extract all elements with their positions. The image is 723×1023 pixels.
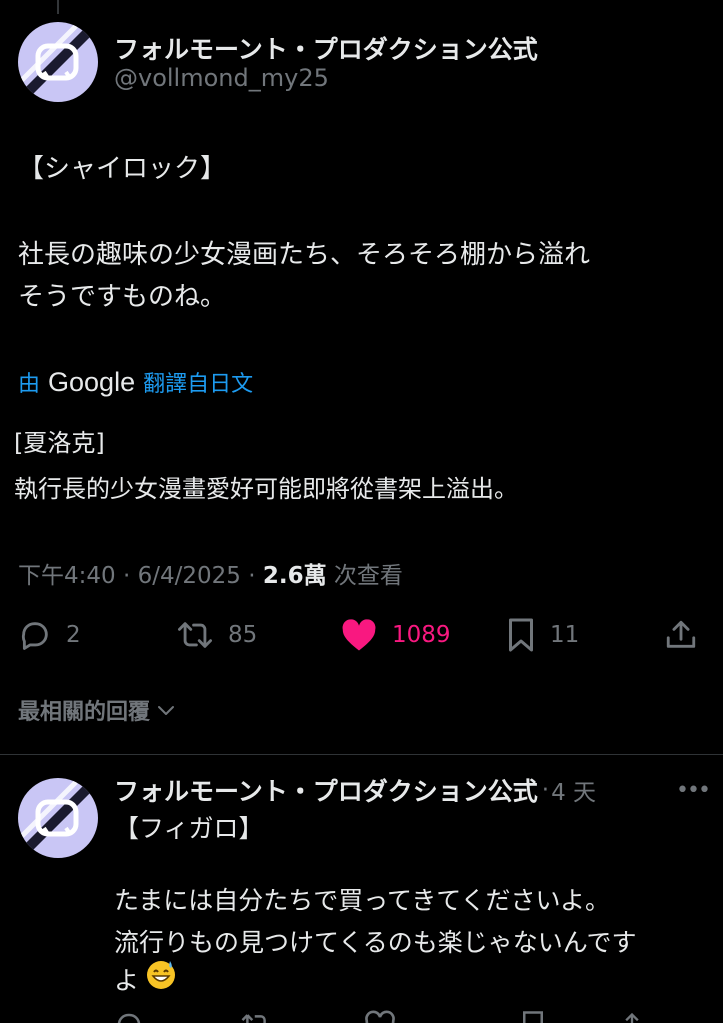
thread-line [57, 0, 59, 14]
author-handle[interactable]: @vollmond_my25 [114, 64, 329, 92]
tweet-meta: 下午4:40 · 6/4/2025 · 2.6萬 次查看 [18, 563, 403, 589]
reply-time[interactable]: 4 天 [551, 773, 596, 807]
tweet-date[interactable]: 6/4/2025 [138, 563, 241, 589]
like-button[interactable]: 1089 [340, 612, 451, 658]
reply-text-line-1: 【フィガロ】 [114, 814, 264, 843]
repost-icon [241, 1014, 266, 1023]
divider [0, 754, 723, 755]
tweet-time[interactable]: 下午4:40 [18, 563, 116, 589]
reply-count: 2 [66, 622, 81, 648]
view-count: 2.6萬 [262, 563, 327, 589]
bookmark-icon [509, 618, 533, 652]
author-avatar[interactable] [18, 22, 98, 102]
share-icon [625, 1012, 639, 1023]
reply-bookmark-button[interactable] [520, 1010, 546, 1023]
reply-repost-button[interactable] [240, 1010, 272, 1023]
reply-sort-label: 最相關的回覆 [18, 700, 151, 725]
reply-text-line-4-text: よ [114, 965, 140, 995]
tweet-text-line-1: 【シャイロック】 [18, 154, 227, 184]
tweet-actions: 2 85 1089 11 [0, 612, 723, 658]
reply-sort-selector[interactable]: 最相關的回覆 [18, 694, 178, 726]
like-count: 1089 [392, 622, 451, 648]
bookmark-button[interactable]: 11 [506, 612, 579, 658]
translated-line-1: [夏洛克] [14, 429, 105, 457]
tweet-text-line-2: 社長の趣味の少女漫画たち、そろそろ棚から溢れ [18, 240, 591, 270]
sweat-smile-emoji-icon [145, 958, 177, 1003]
reply-text-line-3: 流行りもの見つけてくるのも楽じゃないんです [114, 928, 637, 957]
repost-icon [178, 622, 212, 648]
reply-header: フォルモーント・プロダクション公式 · 4 天 [114, 772, 596, 808]
reply-author-avatar[interactable] [18, 778, 98, 858]
reply-author-name[interactable]: フォルモーント・プロダクション公式 [114, 772, 538, 808]
views-label: 次查看 [333, 563, 403, 589]
chevron-down-icon [158, 706, 175, 715]
reply-actions [0, 1006, 723, 1023]
separator-dot: · [541, 777, 550, 803]
reply-icon [21, 622, 48, 650]
reply-text-line-4: よ [114, 958, 177, 1003]
heart-icon [342, 619, 376, 651]
translation-source-language[interactable]: 翻譯自日文 [143, 366, 253, 398]
more-options-icon[interactable]: ••• [676, 778, 711, 803]
reply-icon [117, 1013, 141, 1023]
share-button[interactable] [664, 612, 698, 658]
google-logo: Google [48, 367, 136, 397]
translation-by: 由 [18, 372, 41, 397]
share-icon [666, 620, 696, 648]
reply-like-button[interactable] [364, 1010, 396, 1023]
translated-line-2: 執行長的少女漫畫愛好可能即將從書架上溢出。 [14, 475, 518, 503]
bookmark-count: 11 [550, 622, 580, 648]
heart-icon [365, 1010, 395, 1023]
reply-button[interactable]: 2 [18, 612, 81, 658]
bookmark-icon [523, 1011, 543, 1023]
reply-share-button[interactable] [618, 1010, 646, 1023]
repost-button[interactable]: 85 [176, 612, 257, 658]
repost-count: 85 [228, 622, 258, 648]
tweet-text-line-3: そうですものね。 [18, 282, 227, 312]
reply-reply-button[interactable] [114, 1010, 144, 1023]
reply-text-line-2: たまには自分たちで買ってきてくださいよ。 [114, 886, 611, 915]
author-name[interactable]: フォルモーント・プロダクション公式 [114, 30, 538, 66]
translation-attribution[interactable]: 由 Google 翻譯自日文 [18, 366, 253, 398]
